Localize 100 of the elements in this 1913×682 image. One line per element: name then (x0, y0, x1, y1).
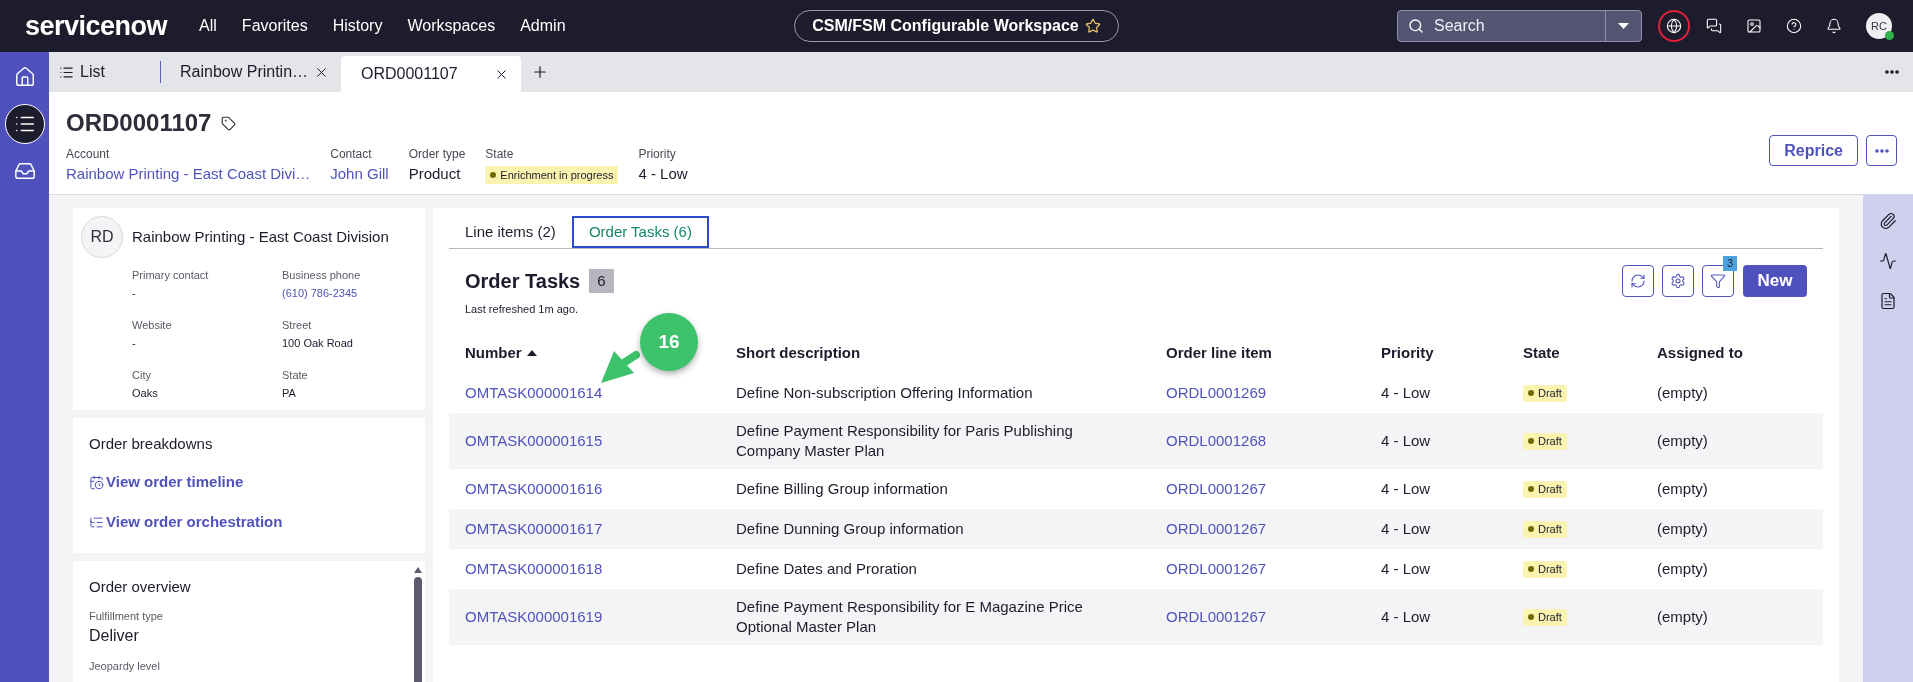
line-item-link[interactable]: ORDL0001267 (1166, 479, 1267, 499)
nav-menu-item[interactable]: Workspaces (407, 16, 496, 36)
column-header[interactable]: Priority (1381, 341, 1434, 365)
filter-count: 3 (1722, 256, 1737, 271)
card-title: Order breakdowns (89, 434, 214, 454)
nav-menu-item[interactable]: Admin (520, 16, 566, 36)
logo-wordmark[interactable]: servicenow (25, 12, 168, 40)
line-item-link[interactable]: ORDL0001268 (1166, 431, 1267, 451)
status-text: Draft (1538, 610, 1562, 624)
field-label: Primary contact (132, 268, 209, 283)
nav-menu-item[interactable]: Favorites (241, 16, 308, 36)
line-item-link[interactable]: ORDL0001269 (1166, 383, 1267, 403)
calendar-clock-icon (89, 474, 104, 490)
line-item-link[interactable]: ORDL0001267 (1166, 519, 1267, 539)
record-tab[interactable]: Line items (2) (449, 216, 572, 248)
more-actions-button[interactable] (1866, 135, 1897, 166)
field-value: Deliver (89, 626, 139, 646)
task-description: Define Non-subscription Offering Information (736, 383, 1033, 403)
scrollbar[interactable] (413, 567, 422, 682)
field-label: Account (66, 146, 110, 162)
tab-label: Rainbow Printin… (180, 62, 309, 82)
help-icon (1786, 18, 1802, 34)
task-number-link[interactable]: OMTASK000001615 (465, 431, 603, 451)
tag-icon[interactable] (221, 115, 237, 131)
step-number-badge: 16 (640, 313, 698, 371)
card-title: Order overview (89, 577, 192, 597)
assignee-value: (empty) (1657, 431, 1708, 451)
task-description: Define Dunning Group information (736, 519, 964, 539)
column-header[interactable]: Short description (736, 341, 861, 365)
status-dot-icon (1528, 526, 1534, 532)
field-value: - (132, 336, 136, 351)
bell-icon (1826, 18, 1842, 34)
scroll-up-arrow-icon[interactable] (413, 567, 422, 573)
task-number-link[interactable]: OMTASK000001619 (465, 607, 603, 627)
user-avatar[interactable]: RC (1866, 13, 1892, 39)
tab-label: List (80, 62, 105, 82)
settings-icon (1670, 273, 1686, 289)
task-number-link[interactable]: OMTASK000001616 (465, 479, 603, 499)
breakdown-link[interactable]: View order orchestration (89, 511, 409, 533)
field-value: PA (282, 386, 296, 401)
record-tab[interactable]: Order Tasks (6) (571, 216, 709, 248)
nav-menu-item[interactable]: All (199, 16, 217, 36)
field-label: State (282, 368, 308, 383)
line-item-link[interactable]: ORDL0001267 (1166, 559, 1267, 579)
new-tab-icon[interactable] (531, 63, 549, 81)
field-label: Order type (408, 146, 466, 162)
field-label: Fulfillment type (89, 609, 163, 624)
status-dot-icon (1528, 486, 1534, 492)
status-text: Draft (1538, 562, 1562, 576)
new-button[interactable]: New (1743, 265, 1807, 297)
status-text: Draft (1538, 482, 1562, 496)
filter-icon (1710, 273, 1726, 289)
priority-value: 4 - Low (1381, 431, 1431, 451)
tab-label: ORD0001107 (361, 64, 458, 84)
field-link[interactable]: John Gill (330, 164, 389, 184)
column-header[interactable]: Assigned to (1657, 341, 1743, 365)
column-header[interactable]: Order line item (1166, 341, 1272, 365)
workspace-tab[interactable]: List (59, 52, 160, 92)
field-value: 100 Oak Road (282, 336, 353, 351)
settings-button[interactable] (1662, 265, 1694, 297)
task-number-link[interactable]: OMTASK000001617 (465, 519, 603, 539)
field-value: 4 - Low (638, 164, 688, 184)
field-label: Priority (638, 146, 676, 162)
paperclip-icon[interactable] (1879, 212, 1897, 230)
phone-link[interactable]: (610) 786-2345 (282, 285, 358, 301)
column-header[interactable]: Number (465, 341, 537, 365)
line-item-link[interactable]: ORDL0001267 (1166, 607, 1267, 627)
action-button[interactable]: Reprice (1769, 135, 1858, 166)
activity-icon[interactable] (1879, 252, 1897, 270)
search-field[interactable]: Search (1397, 10, 1642, 42)
more-icon[interactable] (1885, 70, 1899, 74)
refresh-button[interactable] (1622, 265, 1654, 297)
field-label: Contact (330, 146, 372, 162)
priority-value: 4 - Low (1381, 519, 1431, 539)
breakdown-link[interactable]: View order timeline (89, 471, 409, 493)
task-description: Define Dates and Proration (736, 559, 917, 579)
language-button[interactable] (1658, 10, 1690, 42)
task-description: Define Payment Responsibility for E Magazine Price Optional Master Plan (736, 597, 1084, 637)
account-name: Rainbow Printing - East Coast Division (132, 226, 389, 247)
workspace-tab[interactable]: Rainbow Printin… (161, 52, 341, 92)
nav-menu-item[interactable]: History (332, 16, 383, 36)
document-icon[interactable] (1879, 292, 1897, 310)
status-text: Draft (1538, 386, 1562, 400)
field-link[interactable]: Rainbow Printing - East Coast Divi… (66, 164, 311, 184)
status-dot-icon (490, 172, 497, 178)
list-button[interactable] (4, 104, 45, 144)
task-number-link[interactable]: OMTASK000001618 (465, 559, 603, 579)
priority-value: 4 - Low (1381, 479, 1431, 499)
more-icon (1874, 148, 1889, 153)
star-icon[interactable] (1084, 18, 1101, 34)
status-text: Draft (1538, 522, 1562, 536)
field-value: Oaks (132, 386, 158, 401)
search-icon (1408, 18, 1424, 34)
column-header[interactable]: State (1523, 341, 1560, 365)
chat-bubbles-icon (1706, 18, 1722, 34)
field-label: Business phone (282, 268, 361, 283)
task-number-link[interactable]: OMTASK000001614 (465, 383, 603, 403)
workspace-tab[interactable]: ORD0001107 (341, 56, 521, 92)
sort-ascending-icon (526, 350, 537, 356)
status-dot-icon (1528, 566, 1534, 572)
